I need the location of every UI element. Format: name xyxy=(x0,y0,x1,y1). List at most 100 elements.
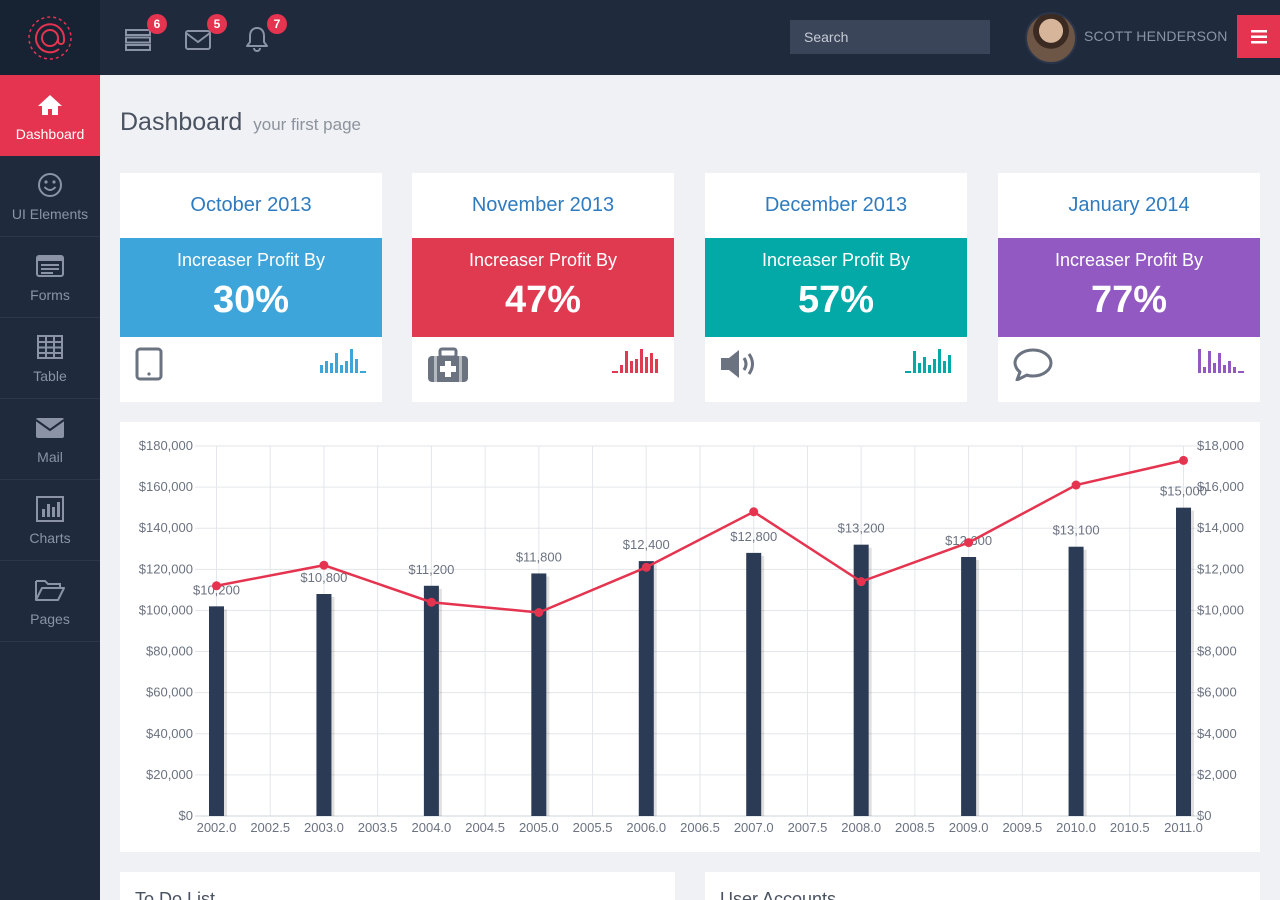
home-icon xyxy=(37,90,63,120)
sparkline-icon xyxy=(612,349,658,373)
y-left-tick-label: $20,000 xyxy=(146,767,193,782)
hamburger-icon xyxy=(1250,29,1267,43)
line-point xyxy=(641,562,651,572)
menu-toggle-button[interactable] xyxy=(1237,15,1280,58)
bar xyxy=(961,557,977,816)
y-right-tick-label: $2,000 xyxy=(1197,767,1237,782)
sidebar-item-charts[interactable]: Charts xyxy=(0,480,100,561)
x-tick-label: 2006.0 xyxy=(626,820,666,835)
card-month: December 2013 xyxy=(764,194,908,216)
x-tick-label: 2009.0 xyxy=(949,820,989,835)
sidebar-item-pages[interactable]: Pages xyxy=(0,561,100,642)
bar-data-label: $13,100 xyxy=(1053,523,1100,538)
card-value: 77% xyxy=(1090,279,1168,321)
username[interactable]: SCOTT HENDERSON xyxy=(1084,28,1228,44)
y-left-tick-label: $40,000 xyxy=(146,726,193,741)
top-bar: 6 5 7 SCOTT HENDERSON xyxy=(100,0,1280,75)
line-point xyxy=(856,577,866,587)
line-point xyxy=(1179,455,1189,465)
y-left-tick-label: $0 xyxy=(179,808,193,823)
bar-data-label: $13,200 xyxy=(838,521,885,536)
table-icon xyxy=(37,332,63,362)
sidebar-item-mail[interactable]: Mail xyxy=(0,399,100,480)
x-tick-label: 2009.5 xyxy=(1002,820,1042,835)
y-right-tick-label: $10,000 xyxy=(1197,602,1244,617)
server-button[interactable]: 6 xyxy=(125,14,167,54)
card-label: Increaser Profit By xyxy=(1054,250,1204,270)
logo-icon xyxy=(28,15,72,60)
sidebar-item-ui-elements[interactable]: UI Elements xyxy=(0,156,100,237)
card-footer xyxy=(120,337,382,402)
bar xyxy=(423,585,439,816)
sparkline-icon xyxy=(905,349,951,373)
y-left-tick-label: $140,000 xyxy=(139,520,193,535)
bar xyxy=(1068,546,1084,816)
bar xyxy=(208,606,224,816)
line-point xyxy=(964,538,974,548)
x-tick-label: 2010.5 xyxy=(1110,820,1150,835)
sparkline-icon xyxy=(1198,349,1244,373)
line-point xyxy=(534,608,544,617)
bell-icon xyxy=(246,27,268,52)
sidebar-item-dashboard[interactable]: Dashboard xyxy=(0,75,100,156)
bar-data-label: $15,000 xyxy=(1160,484,1207,499)
bar xyxy=(638,561,654,816)
messages-button[interactable]: 5 xyxy=(185,14,227,54)
mail-icon xyxy=(35,413,65,443)
y-right-tick-label: $8,000 xyxy=(1197,644,1237,659)
revenue-chart: $0 $0$20,000 $2,000$40,000 $4,000$60,000 $6,… xyxy=(139,438,1244,835)
server-count-badge: 6 xyxy=(147,14,167,34)
card-value: 57% xyxy=(797,279,875,321)
sidebar-item-label: Forms xyxy=(30,287,70,303)
volume-icon xyxy=(721,350,754,378)
avatar[interactable] xyxy=(1025,12,1077,64)
sidebar-item-forms[interactable]: Forms xyxy=(0,237,100,318)
card-month: October 2013 xyxy=(190,194,312,216)
y-left-tick-label: $60,000 xyxy=(146,685,193,700)
page-title: Dashboard your first page xyxy=(120,108,361,137)
line-point xyxy=(211,581,221,591)
y-left-tick-label: $180,000 xyxy=(139,438,193,453)
bar-chart-icon xyxy=(36,494,64,524)
card-month: January 2014 xyxy=(1068,194,1190,216)
sidebar-item-label: Pages xyxy=(30,611,70,627)
bar-data-label: $12,800 xyxy=(730,529,777,544)
x-tick-label: 2007.0 xyxy=(734,820,774,835)
y-left-tick-label: $120,000 xyxy=(139,561,193,576)
notifications-button[interactable]: 7 xyxy=(245,14,287,54)
x-tick-label: 2003.0 xyxy=(304,820,344,835)
bar-data-label: $10,800 xyxy=(300,570,347,585)
y-left-tick-label: $80,000 xyxy=(146,644,193,659)
sidebar-item-table[interactable]: Table xyxy=(0,318,100,399)
smiley-icon xyxy=(37,170,63,200)
todo-panel: To Do List xyxy=(120,872,675,900)
search-input[interactable] xyxy=(790,20,990,54)
bar-data-label: $12,400 xyxy=(623,537,670,552)
y-right-tick-label: $4,000 xyxy=(1197,726,1237,741)
sidebar: Dashboard UI Elements Forms Table Mail C… xyxy=(0,0,100,900)
form-icon xyxy=(36,251,64,281)
x-tick-label: 2004.5 xyxy=(465,820,505,835)
sidebar-item-label: Charts xyxy=(29,530,71,546)
x-tick-label: 2008.0 xyxy=(841,820,881,835)
stat-card-november: November 2013 Increaser Profit By 47% xyxy=(412,173,674,402)
y-right-tick-label: $12,000 xyxy=(1197,561,1244,576)
x-tick-label: 2010.0 xyxy=(1056,820,1096,835)
bar xyxy=(316,594,332,816)
card-label: Increaser Profit By xyxy=(761,250,911,270)
user-accounts-panel-title: User Accounts xyxy=(720,889,837,900)
user-accounts-panel: User Accounts xyxy=(705,872,1260,900)
app-logo[interactable] xyxy=(0,0,100,75)
x-tick-label: 2008.5 xyxy=(895,820,935,835)
x-tick-label: 2002.0 xyxy=(197,820,237,835)
card-month: November 2013 xyxy=(471,194,615,216)
bar-data-label: $11,200 xyxy=(408,562,454,577)
y-right-tick-label: $18,000 xyxy=(1197,438,1244,453)
sidebar-item-label: Dashboard xyxy=(15,125,85,142)
y-right-tick-label: $14,000 xyxy=(1197,520,1244,535)
x-tick-label: 2011.0 xyxy=(1164,820,1203,835)
card-band: Increaser Profit By 30% xyxy=(120,238,382,337)
card-label: Increaser Profit By xyxy=(176,250,326,270)
stat-card-december: December 2013 Increaser Profit By 57% xyxy=(705,173,967,402)
sidebar-item-label: Mail xyxy=(37,449,63,465)
